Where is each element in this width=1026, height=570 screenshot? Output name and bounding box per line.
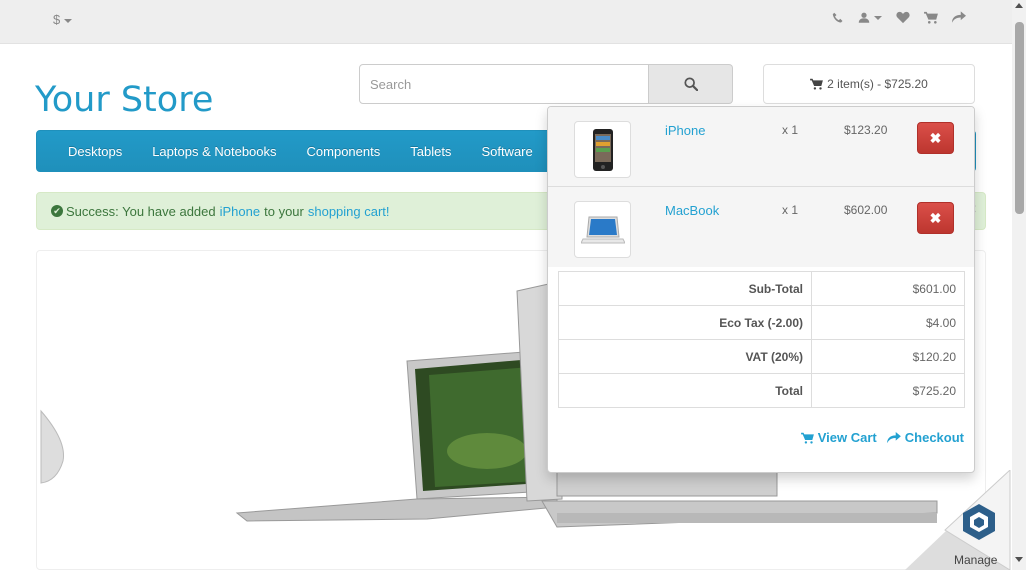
cart-icon <box>810 78 824 90</box>
macbook-image <box>580 216 625 243</box>
totals-label: Sub-Total <box>558 271 812 306</box>
alert-cart-link[interactable]: shopping cart! <box>308 204 390 219</box>
menu-item-software[interactable]: Software <box>466 144 547 159</box>
cart-icon[interactable] <box>924 11 938 24</box>
totals-value: $725.20 <box>811 373 965 408</box>
user-icon[interactable] <box>858 11 882 24</box>
menu-item-components[interactable]: Components <box>292 144 396 159</box>
search-input[interactable] <box>359 64 649 104</box>
product-qty: x 1 <box>782 203 799 217</box>
totals-label: Eco Tax (-2.00) <box>558 305 812 340</box>
currency-dropdown[interactable]: $ <box>53 12 73 27</box>
remove-item-button[interactable]: ✖ <box>917 202 954 234</box>
product-name-link[interactable]: iPhone <box>665 123 705 138</box>
cart-item: iPhone x 1 $123.20 ✖ <box>548 107 974 187</box>
totals-row: Total $725.20 <box>558 373 965 408</box>
scrollbar[interactable] <box>1012 0 1026 570</box>
iphone-image <box>592 128 613 171</box>
totals-row: VAT (20%) $120.20 <box>558 339 965 374</box>
cart-actions: View Cart Checkout <box>800 430 964 445</box>
check-circle-icon: ✔ <box>51 205 63 217</box>
caret-down-icon <box>874 15 882 20</box>
menu-item-laptops[interactable]: Laptops & Notebooks <box>137 144 291 159</box>
scroll-thumb[interactable] <box>1015 22 1024 214</box>
totals-row: Sub-Total $601.00 <box>558 271 965 306</box>
top-links <box>832 11 966 24</box>
product-price: $602.00 <box>844 203 888 217</box>
currency-symbol: $ <box>53 12 61 27</box>
product-price: $123.20 <box>844 123 888 137</box>
checkout-link[interactable]: Checkout <box>886 430 964 445</box>
alert-text-middle: to your <box>264 203 304 219</box>
product-qty: x 1 <box>782 123 799 137</box>
manage-label: Manage <box>954 553 998 567</box>
totals-row: Eco Tax (-2.00) $4.00 <box>558 305 965 340</box>
top-bar: $ <box>0 0 1012 44</box>
view-cart-label: View Cart <box>817 430 877 445</box>
heart-icon[interactable] <box>896 11 910 24</box>
menu-item-tablets[interactable]: Tablets <box>395 144 466 159</box>
store-logo[interactable]: Your Store <box>35 80 213 120</box>
scroll-down-icon[interactable] <box>1015 557 1023 562</box>
cart-icon <box>800 432 814 444</box>
totals-value: $4.00 <box>811 305 965 340</box>
alert-text-prefix: Success: You have added <box>66 203 216 219</box>
product-thumbnail[interactable] <box>574 201 631 258</box>
share-icon[interactable] <box>952 11 966 24</box>
cart-summary: 2 item(s) - $725.20 <box>827 77 928 91</box>
totals-label: Total <box>558 373 812 408</box>
cart-button[interactable]: 2 item(s) - $725.20 <box>763 64 975 104</box>
totals-value: $601.00 <box>811 271 965 306</box>
cart-dropdown: iPhone x 1 $123.20 ✖ MacBook x 1 $602.00… <box>547 106 975 473</box>
remove-item-button[interactable]: ✖ <box>917 122 954 154</box>
product-name-link[interactable]: MacBook <box>665 203 719 218</box>
scroll-up-icon[interactable] <box>1015 3 1023 8</box>
totals-label: VAT (20%) <box>558 339 812 374</box>
manage-badge[interactable]: Manage <box>905 468 1015 570</box>
search-icon <box>683 77 698 91</box>
cart-totals-table: Sub-Total $601.00 Eco Tax (-2.00) $4.00 … <box>558 271 965 408</box>
totals-value: $120.20 <box>811 339 965 374</box>
search-button[interactable] <box>649 64 733 104</box>
phone-icon[interactable] <box>832 12 844 24</box>
caret-down-icon <box>64 18 73 23</box>
product-thumbnail[interactable] <box>574 121 631 178</box>
view-cart-link[interactable]: View Cart <box>800 430 877 445</box>
cart-item: MacBook x 1 $602.00 ✖ <box>548 187 974 267</box>
search-bar <box>359 64 733 104</box>
menu-item-desktops[interactable]: Desktops <box>53 144 137 159</box>
checkout-label: Checkout <box>904 430 964 445</box>
alert-product-link[interactable]: iPhone <box>220 204 260 219</box>
share-icon <box>886 431 901 443</box>
